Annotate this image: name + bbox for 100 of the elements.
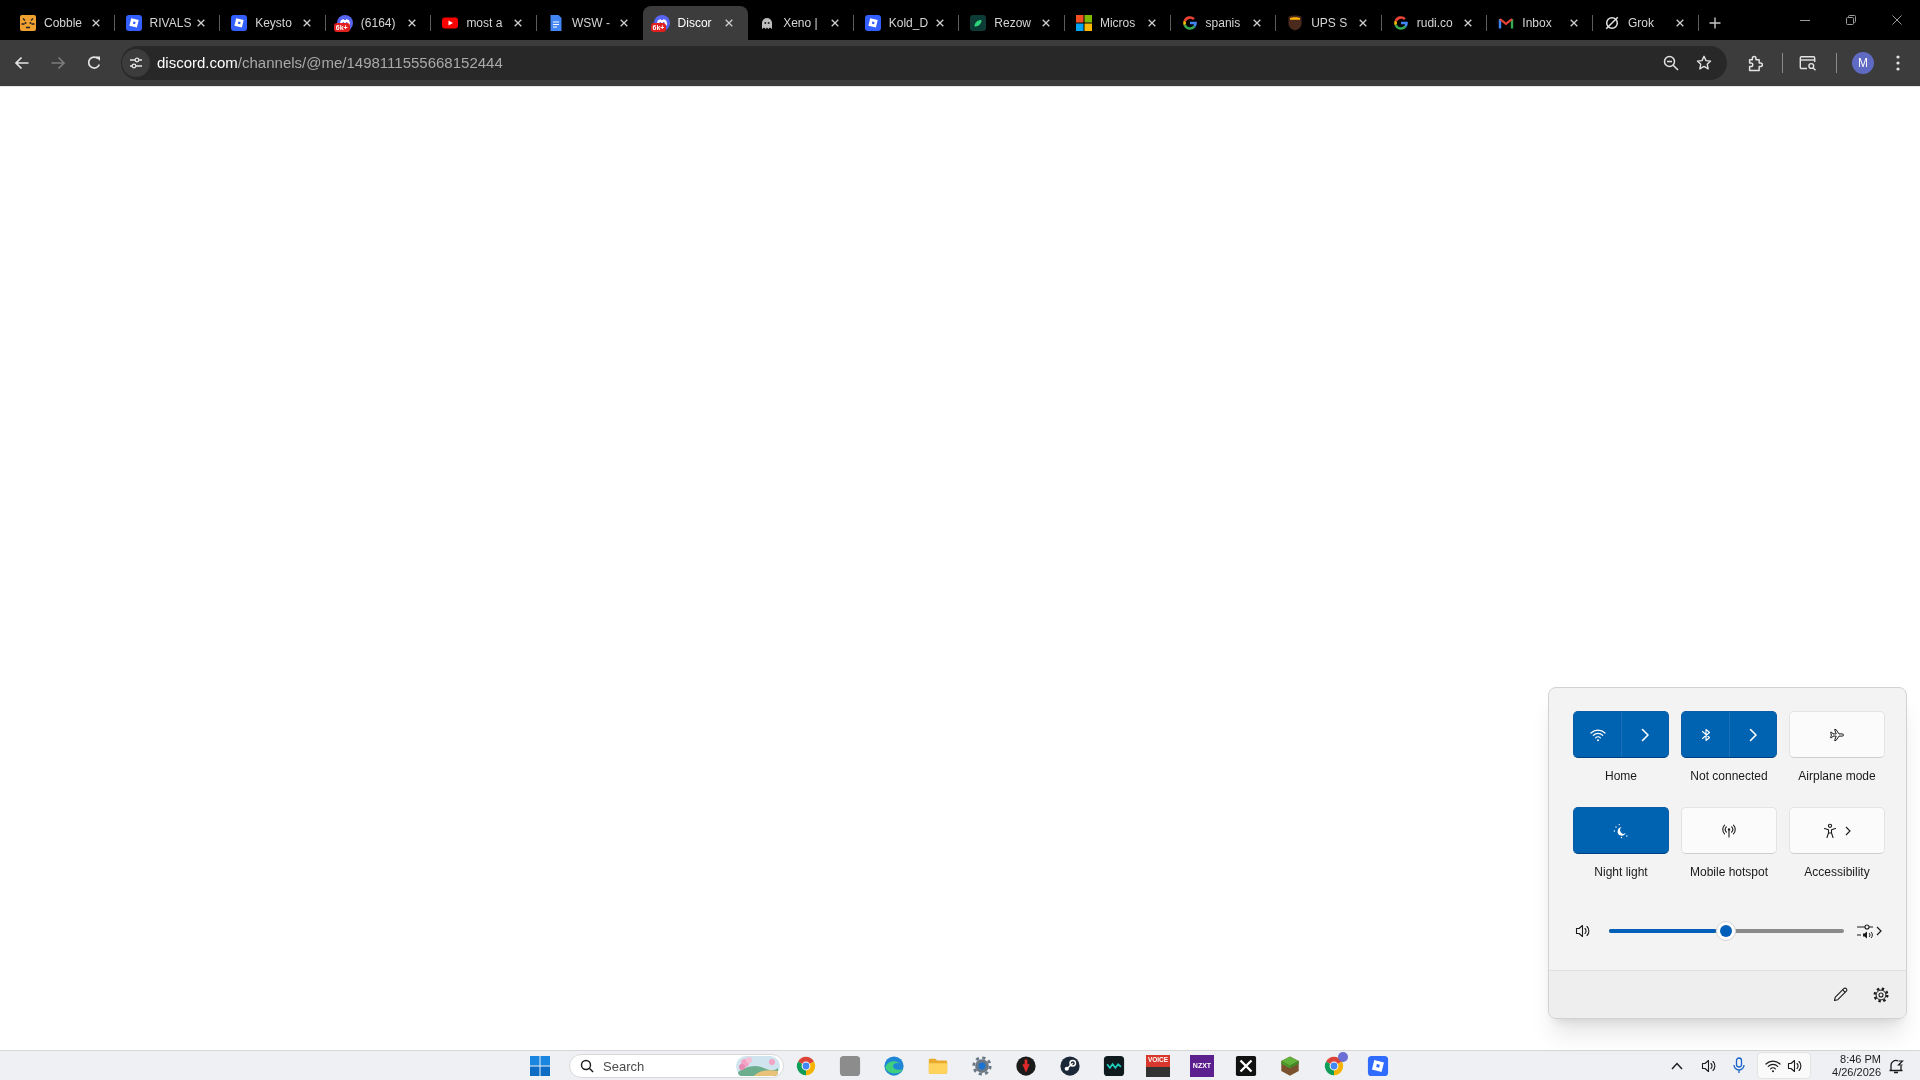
- arrow-left-icon: [14, 55, 30, 71]
- airplane-icon: [1829, 726, 1845, 743]
- plus-icon: [1708, 17, 1721, 29]
- blank-tile-icon[interactable]: [839, 1054, 861, 1077]
- star-icon: [1696, 55, 1712, 71]
- close-icon: [1358, 19, 1367, 27]
- close-icon: [936, 19, 945, 27]
- close-icon: [1147, 19, 1156, 27]
- browser-tab[interactable]: Kold_D: [853, 6, 960, 40]
- tilted-square-icon[interactable]: [1367, 1054, 1389, 1077]
- browser-tab[interactable]: Grok: [1592, 6, 1699, 40]
- close-icon: [830, 19, 839, 27]
- settings-icon: [1873, 986, 1889, 1003]
- browser-tab[interactable]: RIVALS: [114, 6, 221, 40]
- bluetooth-icon: [1700, 726, 1711, 743]
- close-icon: [91, 19, 100, 27]
- leaf-tile-icon: [970, 15, 987, 31]
- chevron-up-icon[interactable]: [1671, 1061, 1683, 1070]
- chevron-right-icon: [1748, 727, 1758, 742]
- microphone-icon[interactable]: [1733, 1057, 1745, 1074]
- tilted-square-icon: [231, 15, 248, 31]
- browser-tab[interactable]: Cobble: [9, 6, 115, 40]
- tile-label: Accessibility: [1804, 864, 1870, 880]
- chevron-right-icon: [1876, 926, 1882, 936]
- wifi-icon: [1765, 1058, 1781, 1073]
- crescent-moon-icon: [1613, 822, 1629, 839]
- speaker-icon[interactable]: [1701, 1057, 1717, 1074]
- gear-icon[interactable]: [971, 1054, 993, 1077]
- browser-tab[interactable]: Inbox: [1487, 6, 1593, 40]
- restore-icon: [1846, 15, 1856, 25]
- network-volume-button[interactable]: [1757, 1052, 1811, 1079]
- tilted-square-icon: [125, 15, 142, 31]
- zoom-out-icon: [1663, 55, 1679, 71]
- m-logo-icon: [1498, 15, 1515, 31]
- arrow-right-icon: [50, 55, 66, 71]
- clock-time: 8:46 PM: [1840, 1052, 1881, 1066]
- slider-thumb[interactable]: [1716, 921, 1737, 941]
- browser-tab[interactable]: spanis: [1170, 6, 1277, 40]
- close-icon: [197, 19, 206, 27]
- slashed-circle-icon: [1603, 15, 1620, 31]
- cross-tile-icon[interactable]: [1235, 1054, 1257, 1077]
- tile-label: Home: [1605, 768, 1637, 784]
- close-icon: [1892, 15, 1902, 25]
- mixer-icon: [1856, 923, 1874, 939]
- tile-label: Airplane mode: [1798, 768, 1876, 784]
- browser-tab[interactable]: Keysto: [220, 6, 326, 40]
- browser-tab[interactable]: WSW -: [536, 6, 643, 40]
- speaker-icon: [1787, 1057, 1803, 1074]
- slider-track[interactable]: [1608, 929, 1844, 933]
- speaker-icon: [1574, 923, 1591, 939]
- waveform-tile-icon[interactable]: [1103, 1054, 1125, 1077]
- browser-tab[interactable]: Micros: [1064, 6, 1171, 40]
- profile-badge-icon: [1338, 1051, 1348, 1062]
- menu-icon: [1896, 55, 1900, 71]
- close-icon: [619, 19, 628, 27]
- close-icon: [302, 19, 311, 27]
- toggle-button[interactable]: [1573, 807, 1669, 854]
- chevron-right-icon: [1640, 727, 1650, 742]
- browser-tab[interactable]: rudi.co: [1381, 6, 1488, 40]
- grass-block-icon[interactable]: [1279, 1054, 1301, 1077]
- url-text[interactable]: discord.com/channels/@me/1498111555668152444: [157, 51, 503, 75]
- search-icon: [580, 1058, 594, 1073]
- site-info-button[interactable]: [122, 49, 150, 77]
- window-search-icon: [1799, 55, 1817, 71]
- address-bar[interactable]: discord.com/channels/@me/1498111555668152444: [121, 46, 1727, 80]
- sliders-icon: [129, 56, 143, 70]
- close-icon: [408, 19, 417, 27]
- browser-tab[interactable]: UPS S: [1276, 6, 1382, 40]
- ring-logo-icon[interactable]: [1323, 1054, 1345, 1077]
- shield-icon: [1287, 15, 1304, 31]
- close-icon: [1464, 19, 1473, 27]
- bell-icon[interactable]: [1888, 1057, 1904, 1074]
- close-icon: [1569, 19, 1578, 27]
- tile-label: Mobile hotspot: [1689, 864, 1768, 880]
- ring-logo-icon[interactable]: [795, 1054, 817, 1077]
- tilted-square-icon: [864, 15, 881, 31]
- clock-date: 4/26/2026: [1832, 1065, 1881, 1079]
- g-logo-icon: [1181, 15, 1198, 31]
- close-icon: [513, 19, 522, 27]
- close-icon: [725, 19, 734, 27]
- four-panes-icon[interactable]: [530, 1055, 550, 1076]
- browser-tab[interactable]: most a: [431, 6, 537, 40]
- piston-logo-icon[interactable]: [1059, 1054, 1081, 1077]
- play-button-icon: [442, 15, 459, 31]
- close-icon: [1041, 19, 1050, 27]
- tiger-face-icon: [20, 15, 36, 31]
- browser-tab[interactable]: Xeno |: [748, 6, 854, 40]
- wifi-icon: [1589, 727, 1606, 742]
- g-logo-icon: [1392, 15, 1409, 31]
- wave-logo-icon[interactable]: [883, 1054, 905, 1077]
- accessibility-icon: [1823, 822, 1837, 839]
- close-icon: [1675, 19, 1684, 27]
- close-icon: [1253, 19, 1262, 27]
- reload-icon: [86, 55, 102, 71]
- tile-label: Not connected: [1690, 768, 1768, 784]
- browser-tab[interactable]: Rezow: [959, 6, 1065, 40]
- dark-disc-icon[interactable]: [1015, 1054, 1037, 1077]
- pencil-icon: [1832, 987, 1848, 1002]
- antenna-icon: [1721, 822, 1737, 839]
- profile-button[interactable]: M: [1852, 52, 1874, 74]
